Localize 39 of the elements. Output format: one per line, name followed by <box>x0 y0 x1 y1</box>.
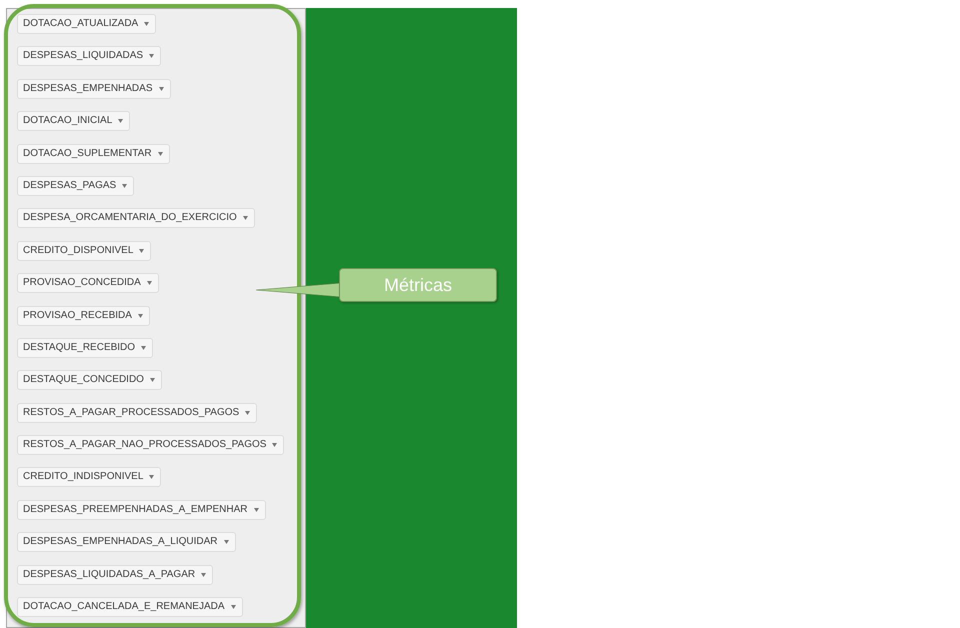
metric-dropdown[interactable]: DOTACAO_CANCELADA_E_REMANEJADA <box>17 597 243 618</box>
metric-dropdown[interactable]: RESTOS_A_PAGAR_PROCESSADOS_PAGOS <box>17 402 258 423</box>
metric-dropdown[interactable]: PROVISAO_CONCEDIDA <box>17 273 159 294</box>
metric-dropdown[interactable]: DESTAQUE_RECEBIDO <box>17 338 154 358</box>
metric-dropdown[interactable]: RESTOS_A_PAGAR_NAO_PROCESSADOS_PAGOS <box>17 435 284 456</box>
caret-icon <box>230 605 236 610</box>
metric-dropdown[interactable]: PROVISAO_RECEBIDA <box>17 306 150 326</box>
caret-icon <box>118 119 124 124</box>
metric-dropdown[interactable]: CREDITO_DISPONIVEL <box>17 240 152 261</box>
metric-dropdown[interactable]: DESTAQUE_CONCEDIDO <box>17 370 162 390</box>
metric-dropdown[interactable]: DESPESAS_EMPENHADAS <box>17 78 170 99</box>
caret-icon <box>141 346 146 350</box>
caret-icon <box>245 410 250 415</box>
caret-icon <box>149 54 154 58</box>
caret-icon <box>144 22 150 26</box>
metric-dropdown[interactable]: DESPESAS_LIQUIDADAS <box>17 46 162 66</box>
caret-icon <box>122 184 128 188</box>
metric-dropdown[interactable]: DOTACAO_SUPLEMENTAR <box>17 144 170 164</box>
caret-icon <box>146 281 152 286</box>
metric-dropdown[interactable]: CREDITO_INDISPONIVEL <box>17 467 162 488</box>
metric-dropdown[interactable]: DESPESAS_LIQUIDADAS_A_PAGAR <box>17 564 214 585</box>
caret-icon <box>254 508 259 512</box>
metric-dropdown[interactable]: DESPESAS_PAGAS <box>17 176 134 196</box>
caret-icon <box>158 86 164 91</box>
caret-icon <box>150 378 155 382</box>
caret-icon <box>272 443 278 448</box>
metric-dropdown[interactable]: DOTACAO_INICIAL <box>17 111 130 132</box>
caret-icon <box>224 540 229 544</box>
caret-icon <box>139 248 144 253</box>
callout-bubble: Métricas <box>339 268 497 302</box>
metric-dropdown[interactable]: DESPESAS_PREEMPENHADAS_A_EMPENHAR <box>17 500 266 520</box>
caret-icon <box>138 314 143 318</box>
caret-icon <box>242 216 248 220</box>
caret-icon <box>149 475 154 480</box>
metric-dropdown[interactable]: DESPESAS_EMPENHADAS_A_LIQUIDAR <box>17 532 236 552</box>
metric-dropdown[interactable]: DOTACAO_ATUALIZADA <box>17 14 156 34</box>
metric-dropdown[interactable]: DESPESA_ORCAMENTARIA_DO_EXERCICIO <box>17 208 255 228</box>
caret-icon <box>158 152 163 156</box>
caret-icon <box>201 572 206 577</box>
